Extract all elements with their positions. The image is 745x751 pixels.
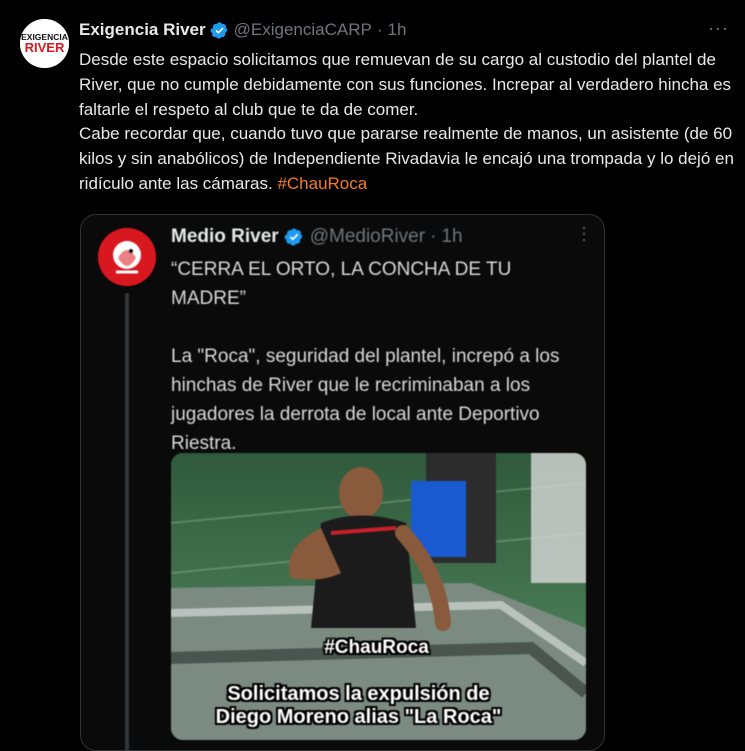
quoted-time-separator: · [430,226,437,247]
quoted-header: Medio River @MedioRiver · 1h ··· [171,225,595,249]
video-hashtag-overlay: #ChauRoca [324,637,429,658]
video-frame: #ChauRoca Solicitamos la expulsión de Di… [171,453,586,740]
tweet-paragraph-2: Cabe recordar que, cuando tuvo que parar… [79,122,739,196]
hashtag-link[interactable]: #ChauRoca [277,174,367,193]
quoted-body-text: La "Roca", seguridad del plantel, increp… [171,346,560,454]
author-name[interactable]: Exigencia River [79,20,206,40]
more-dots-icon: ··· [575,225,595,243]
svg-text:RIVER: RIVER [25,40,65,55]
time-separator: · [376,20,383,39]
video-caption-line-1: Solicitamos la expulsión de [227,683,490,705]
tweet-paragraph-2-text: Cabe recordar que, cuando tuvo que parar… [79,124,734,193]
medio-river-logo [98,228,156,286]
tweet-timestamp[interactable]: 1h [388,20,407,40]
tweet-body: Desde este espacio solicitamos que remue… [79,48,739,197]
quoted-tweet-image[interactable]: Medio River @MedioRiver · 1h ··· “CERRA … [80,214,605,751]
verified-badge-icon [284,227,304,247]
author-avatar[interactable]: EXIGENCIA RIVER [20,19,69,68]
quoted-author-name: Medio River [171,226,279,247]
more-dots-icon[interactable]: ··· [708,18,729,39]
author-handle[interactable]: @ExigenciaCARP [234,20,372,40]
quoted-author-avatar [98,228,156,286]
tweet-header: Exigencia River @ExigenciaCARP · 1h ··· [79,18,729,42]
quoted-author-handle: @MedioRiver [309,226,426,247]
thread-line [125,293,129,750]
verified-badge-icon [210,21,229,40]
quoted-body: “CERRA EL ORTO, LA CONCHA DE TU MADRE” L… [171,255,591,458]
video-caption-line-2: Diego Moreno alias "La Roca" [215,706,502,728]
exigencia-river-logo: EXIGENCIA RIVER [20,19,69,68]
quoted-timestamp: 1h [441,226,463,247]
quoted-quote-line: “CERRA EL ORTO, LA CONCHA DE TU MADRE” [171,259,512,309]
tweet-paragraph-1: Desde este espacio solicitamos que remue… [79,50,732,119]
